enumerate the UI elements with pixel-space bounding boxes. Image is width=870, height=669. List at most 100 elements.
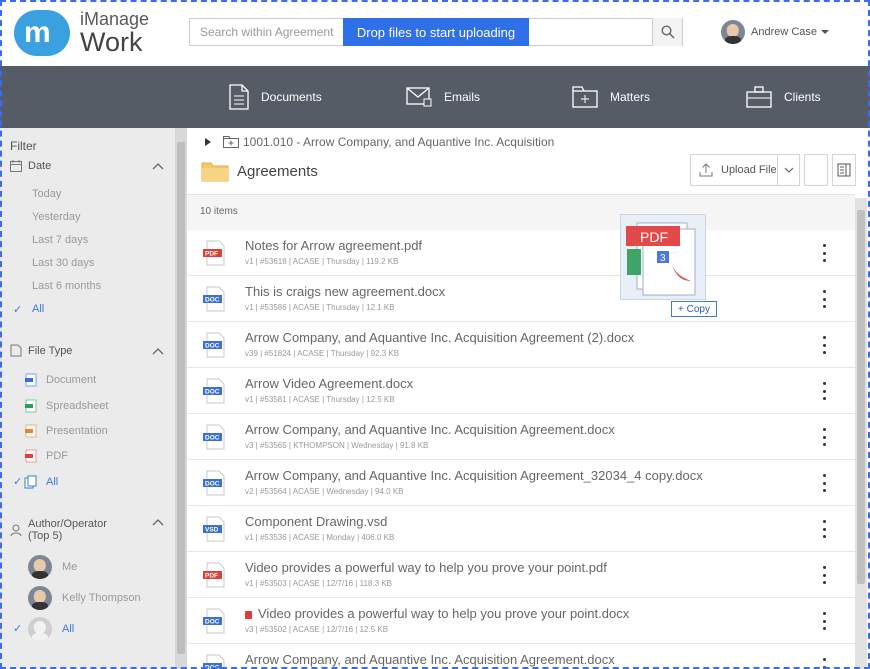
dragged-files-icon: PDF 3 bbox=[626, 222, 696, 296]
date-option-today[interactable]: Today bbox=[32, 188, 61, 200]
file-type-spreadsheet[interactable]: Spreadsheet bbox=[24, 399, 108, 413]
date-option-all[interactable]: All bbox=[32, 303, 44, 315]
file-type-icon bbox=[10, 344, 22, 357]
file-type-badge: PDF bbox=[205, 251, 218, 258]
imanage-logo[interactable]: m iManage Work bbox=[14, 10, 149, 56]
row-actions-kebab-icon[interactable] bbox=[819, 474, 829, 492]
sidebar-scrollbar[interactable] bbox=[175, 128, 187, 669]
author-section-header[interactable]: Author/Operator (Top 5) bbox=[10, 518, 168, 542]
drop-upload-banner[interactable]: Drop files to start uploading bbox=[343, 18, 529, 46]
document-name[interactable]: Notes for Arrow agreement.pdf bbox=[245, 238, 422, 253]
row-actions-kebab-icon[interactable] bbox=[819, 428, 829, 446]
author-option-me[interactable]: Me bbox=[28, 555, 77, 579]
date-option-last-30-days[interactable]: Last 30 days bbox=[32, 257, 94, 269]
vsd-file-icon: VSD bbox=[203, 516, 225, 542]
sidebar-scrollbar-thumb[interactable] bbox=[177, 142, 185, 654]
search-button[interactable] bbox=[652, 18, 682, 46]
documents-icon bbox=[229, 84, 249, 110]
document-row[interactable]: DOC Arrow Company, and Aquantive Inc. Acq… bbox=[187, 414, 855, 460]
document-meta: v39 | #51824 | ACASE | Thursday | 92.3 K… bbox=[245, 349, 400, 358]
breadcrumb[interactable]: 1001.010 - Arrow Company, and Aquantive … bbox=[205, 135, 554, 149]
document-meta: v1 | #53536 | ACASE | Monday | 406.0 KB bbox=[245, 533, 395, 542]
upload-options-dropdown[interactable] bbox=[777, 155, 799, 185]
file-type-badge: DOC bbox=[205, 481, 220, 488]
list-scrollbar-thumb[interactable] bbox=[857, 210, 865, 584]
nav-emails[interactable]: Emails bbox=[406, 66, 480, 128]
doc-file-icon: DOC bbox=[203, 424, 225, 450]
nav-documents[interactable]: Documents bbox=[229, 66, 322, 128]
document-row[interactable]: VSD Component Drawing.vsd v1 | #53536 | AC… bbox=[187, 506, 855, 552]
document-row[interactable]: DOC Arrow Company, and Aquantive Inc. Acq… bbox=[187, 460, 855, 506]
doc-file-icon: DOC bbox=[203, 378, 225, 404]
row-actions-kebab-icon[interactable] bbox=[819, 566, 829, 584]
file-type-all-label: All bbox=[46, 476, 59, 488]
chevron-up-icon[interactable] bbox=[152, 518, 164, 526]
document-name[interactable]: This is craigs new agreement.docx bbox=[245, 284, 445, 299]
more-actions-button[interactable] bbox=[804, 154, 828, 186]
row-actions-kebab-icon[interactable] bbox=[819, 520, 829, 538]
chevron-up-icon[interactable] bbox=[152, 347, 164, 355]
author-section-title: Author/Operator (Top 5) bbox=[28, 518, 107, 542]
row-actions-kebab-icon[interactable] bbox=[819, 244, 829, 262]
file-type-pdf[interactable]: PDF bbox=[24, 449, 68, 463]
chevron-up-icon[interactable] bbox=[152, 162, 164, 170]
file-type-section-header[interactable]: File Type bbox=[10, 344, 168, 357]
document-row[interactable]: DOC Arrow Company, and Aquantive Inc. Acq… bbox=[187, 322, 855, 368]
document-meta: v1 | #53581 | ACASE | Thursday | 12.5 KB bbox=[245, 395, 395, 404]
logo-text: iManage Work bbox=[80, 10, 149, 56]
document-row[interactable]: DOC This is craigs new agreement.docx v1 |… bbox=[187, 276, 855, 322]
logo-line1: iManage bbox=[80, 9, 150, 29]
file-type-badge: DOC bbox=[205, 665, 220, 669]
search-input[interactable] bbox=[190, 19, 344, 45]
breadcrumb-text[interactable]: 1001.010 - Arrow Company, and Aquantive … bbox=[243, 135, 554, 149]
upload-file-button[interactable]: Upload File bbox=[690, 154, 800, 186]
document-name[interactable]: Arrow Company, and Aquantive Inc. Acquis… bbox=[245, 652, 615, 667]
nav-clients[interactable]: Clients bbox=[746, 66, 821, 128]
document-row[interactable]: DOC Arrow Video Agreement.docx v1 | #53581… bbox=[187, 368, 855, 414]
document-row[interactable]: DOC Video provides a powerful way to help… bbox=[187, 598, 855, 644]
doc-file-icon: DOC bbox=[203, 332, 225, 358]
folder-name: Agreements bbox=[237, 162, 318, 180]
date-section-header[interactable]: Date bbox=[10, 160, 168, 172]
group-avatar bbox=[28, 617, 52, 641]
drag-pdf-badge: PDF bbox=[640, 229, 668, 245]
user-menu[interactable]: Andrew Case bbox=[721, 20, 830, 44]
presentation-file-icon bbox=[25, 424, 37, 438]
row-actions-kebab-icon[interactable] bbox=[819, 290, 829, 308]
date-option-last-6-months[interactable]: Last 6 months bbox=[32, 280, 101, 292]
toggle-details-pane-button[interactable] bbox=[832, 154, 856, 186]
author-option-kelly-thompson[interactable]: Kelly Thompson bbox=[28, 586, 141, 610]
document-name[interactable]: Arrow Company, and Aquantive Inc. Acquis… bbox=[245, 330, 634, 345]
user-name: Andrew Case bbox=[751, 26, 818, 38]
row-actions-kebab-icon[interactable] bbox=[819, 612, 829, 630]
document-name[interactable]: Video provides a powerful way to help yo… bbox=[245, 606, 629, 621]
matters-icon bbox=[572, 86, 598, 108]
file-type-all[interactable]: All bbox=[24, 475, 58, 489]
nav-matters[interactable]: Matters bbox=[572, 66, 650, 128]
document-name-text: Arrow Company, and Aquantive Inc. Acquis… bbox=[245, 330, 635, 345]
file-type-presentation[interactable]: Presentation bbox=[24, 424, 108, 438]
row-actions-kebab-icon[interactable] bbox=[819, 382, 829, 400]
document-name[interactable]: Arrow Video Agreement.docx bbox=[245, 376, 413, 391]
drag-file-count: 3 bbox=[660, 253, 666, 264]
document-name[interactable]: Arrow Company, and Aquantive Inc. Acquis… bbox=[245, 422, 615, 437]
row-actions-kebab-icon[interactable] bbox=[819, 658, 829, 669]
file-type-badge: DOC bbox=[205, 619, 220, 626]
document-name[interactable]: Video provides a powerful way to help yo… bbox=[245, 560, 607, 575]
document-row[interactable]: PDF Notes for Arrow agreement.pdf v1 | #53… bbox=[187, 230, 855, 276]
file-type-section-title: File Type bbox=[28, 344, 73, 357]
file-type-document[interactable]: Document bbox=[24, 373, 96, 387]
document-row[interactable]: DOC Arrow Company, and Aquantive Inc. Acq… bbox=[187, 644, 855, 669]
date-option-last-7-days[interactable]: Last 7 days bbox=[32, 234, 88, 246]
document-name[interactable]: Arrow Company, and Aquantive Inc. Acquis… bbox=[245, 468, 703, 483]
row-actions-kebab-icon[interactable] bbox=[819, 336, 829, 354]
date-section-title: Date bbox=[28, 160, 52, 172]
list-scrollbar[interactable] bbox=[855, 198, 867, 669]
document-row[interactable]: PDF Video provides a powerful way to help… bbox=[187, 552, 855, 598]
author-option-all[interactable]: All bbox=[28, 617, 74, 641]
expand-triangle-icon[interactable] bbox=[205, 138, 211, 146]
document-meta: v3 | #53565 | KTHOMPSON | Wednesday | 91… bbox=[245, 441, 429, 450]
document-name[interactable]: Component Drawing.vsd bbox=[245, 514, 387, 529]
date-option-yesterday[interactable]: Yesterday bbox=[32, 211, 81, 223]
document-name-text: Arrow Video Agreement.docx bbox=[245, 376, 414, 391]
